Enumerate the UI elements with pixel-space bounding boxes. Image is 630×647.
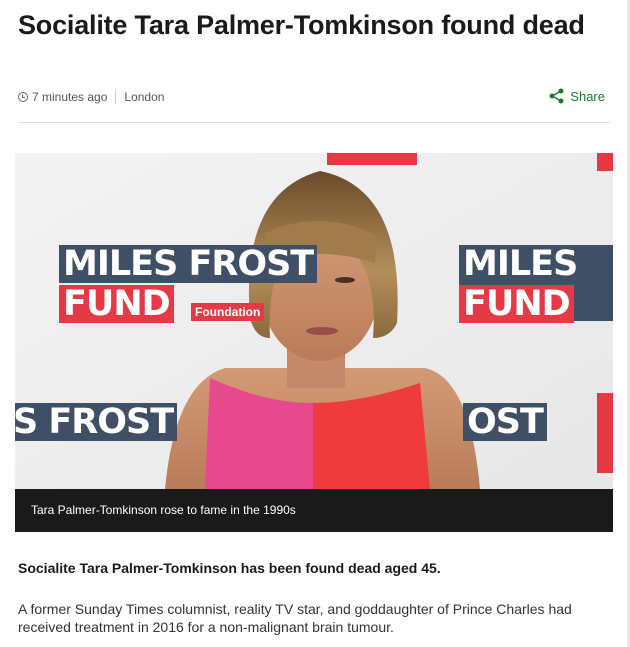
backdrop-frost-left: S FROST (15, 403, 178, 441)
foundation-sign: Foundation (191, 303, 265, 321)
article-meta: 7 minutes ago London (18, 90, 164, 104)
backdrop-fund-1: FUND (59, 285, 174, 323)
photo-caption: Tara Palmer-Tomkinson rose to fame in th… (15, 489, 613, 532)
backdrop-ost-right: OST (463, 403, 547, 441)
article-paragraph: A former Sunday Times columnist, reality… (18, 601, 572, 635)
location-label: London (124, 90, 165, 104)
share-label: Share (570, 88, 605, 104)
share-button[interactable]: Share (549, 88, 605, 104)
article-headline: Socialite Tara Palmer-Tomkinson found de… (18, 10, 585, 40)
header-divider (18, 122, 610, 123)
article-lead: Socialite Tara Palmer-Tomkinson has been… (18, 560, 441, 576)
backdrop-fund-2: FUND (459, 285, 574, 323)
backdrop-miles-frost-1: MILES FROST (59, 245, 318, 283)
share-icon (549, 88, 564, 104)
article-photo[interactable]: Foundation MILES FROST FUND MILES FRO FU… (15, 153, 613, 489)
clock-icon (18, 92, 28, 102)
meta-divider (115, 90, 117, 104)
timestamp: 7 minutes ago (32, 90, 108, 104)
